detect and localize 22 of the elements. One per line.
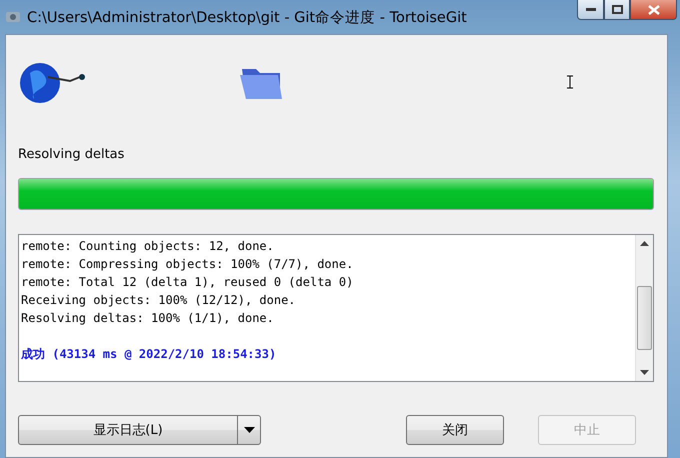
app-icon xyxy=(5,9,21,25)
close-dialog-button[interactable]: 关闭 xyxy=(406,415,504,445)
log-line: remote: Total 12 (delta 1), reused 0 (delta 0) xyxy=(21,274,354,291)
status-text: Resolving deltas xyxy=(18,147,126,162)
maximize-button[interactable] xyxy=(604,0,630,20)
log-line: 成功 (43134 ms @ 2022/2/10 18:54:33) xyxy=(21,346,278,363)
minimize-icon[interactable] xyxy=(586,8,596,12)
log-line: remote: Compressing objects: 100% (7/7), done. xyxy=(21,256,354,273)
log-line: Receiving objects: 100% (12/12), done. xyxy=(21,292,297,309)
show-log-button[interactable]: 显示日志(L) xyxy=(18,415,261,445)
down-arrow-icon[interactable] xyxy=(640,370,649,375)
maximize-icon[interactable] xyxy=(612,5,622,14)
log-line: Resolving deltas: 100% (1/1), done. xyxy=(21,310,275,327)
log-line: remote: Counting objects: 12, done. xyxy=(21,238,275,255)
window-title: C:\Users\Administrator\Desktop\git - Git命令进度 - TortoiseGit xyxy=(27,8,467,26)
up-arrow-icon[interactable] xyxy=(640,241,649,246)
caret-icon[interactable] xyxy=(244,427,254,433)
cursor-icon xyxy=(566,75,574,89)
close-button[interactable] xyxy=(630,0,677,20)
scrollbar[interactable] xyxy=(635,235,653,381)
minimize-button[interactable] xyxy=(577,0,604,20)
close-icon[interactable] xyxy=(648,4,660,14)
